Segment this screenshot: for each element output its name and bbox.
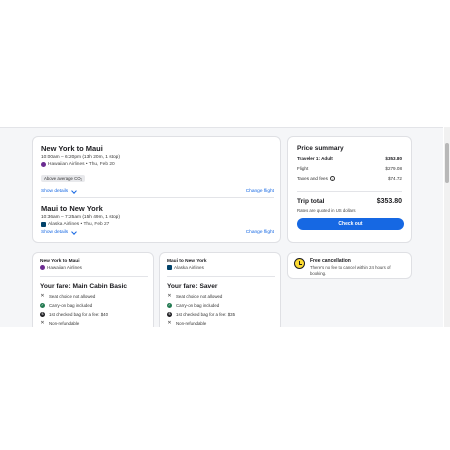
free-cancellation-card: Free cancellation There's no fee to canc… xyxy=(287,252,412,279)
trip-time: 10:00am – 6:20pm (13h 20m, 1 stop) xyxy=(41,155,120,160)
fare-feature-text: Carry-on bag included xyxy=(176,303,220,308)
chevron-down-icon xyxy=(71,228,78,235)
chevron-down-icon xyxy=(71,187,78,194)
trip-airline: Alaska Airlines • Thu, Feb 27 xyxy=(41,222,274,227)
price-summary-title: Price summary xyxy=(297,145,344,152)
free-cancellation-text: Free cancellation There's no fee to canc… xyxy=(310,258,400,276)
scrollbar-thumb[interactable] xyxy=(445,143,449,183)
page: New York to Maui 10:00am – 6:20pm (13h 2… xyxy=(0,0,450,450)
flight-row: Flight $279.08 xyxy=(297,166,402,171)
fare-details: Maui to New York Alaska Airlines Your fa… xyxy=(167,259,275,326)
fare-card-outbound: New York to Maui Hawaiian Airlines Your … xyxy=(32,252,154,327)
check-icon: ✓ xyxy=(40,303,45,308)
taxes-value: $74.72 xyxy=(387,176,402,181)
checkout-content: New York to Maui 10:00am – 6:20pm (13h 2… xyxy=(0,127,443,327)
traveler-value: $353.80 xyxy=(385,156,402,161)
trip-divider xyxy=(41,197,274,198)
show-details-link[interactable]: Show details xyxy=(41,228,78,235)
hawaiian-airlines-logo-icon xyxy=(40,265,45,270)
show-details-label: Show details xyxy=(41,189,69,194)
fare-details: New York to Maui Hawaiian Airlines Your … xyxy=(40,259,148,326)
fare-feature: ✓ Carry-on bag included xyxy=(167,303,275,308)
fare-feature: ✕ Seat choice not allowed xyxy=(167,293,275,300)
fare-airline: Hawaiian Airlines xyxy=(40,265,148,270)
x-icon: ✕ xyxy=(167,320,172,326)
fare-feature-text: 1st checked bag for a fee: $40 xyxy=(49,312,109,317)
free-cancellation-description: There's no fee to cancel within 24 hours… xyxy=(310,265,391,276)
show-details-link[interactable]: Show details xyxy=(41,187,78,194)
fare-feature: $1st checked bag for a fee: $40 xyxy=(40,312,148,317)
fare-feature: ✓ Carry-on bag included xyxy=(40,303,148,308)
taxes-label-wrap: Taxes and fees i xyxy=(297,176,335,181)
fare-card-return: Maui to New York Alaska Airlines Your fa… xyxy=(159,252,281,327)
taxes-row: Taxes and fees i $74.72 xyxy=(297,176,402,181)
taxes-label: Taxes and fees xyxy=(297,176,328,181)
trip-total-value: $353.80 xyxy=(376,198,402,205)
trip-total-row: Trip total $353.80 xyxy=(297,191,402,205)
dollar-icon: $ xyxy=(40,312,45,317)
check-icon: ✓ xyxy=(167,303,172,308)
fare-feature-text: Non-refundable xyxy=(176,321,207,326)
fare-route: New York to Maui xyxy=(40,259,80,264)
fare-feature: ✕ Non-refundable xyxy=(167,320,275,327)
rates-note: Rates are quoted in US dollars xyxy=(297,208,356,213)
fare-title: Your fare: Main Cabin Basic xyxy=(40,283,128,290)
fare-feature: $1st checked bag for a fee: $35 xyxy=(167,312,275,317)
fare-airline-text: Hawaiian Airlines xyxy=(47,265,82,270)
fare-airline-text: Alaska Airlines xyxy=(174,265,204,270)
checkout-button[interactable]: Check out xyxy=(297,218,404,230)
x-icon: ✕ xyxy=(40,320,45,326)
show-details-label: Show details xyxy=(41,230,69,235)
alaska-airlines-logo-icon xyxy=(41,222,46,227)
hawaiian-airlines-logo-icon xyxy=(41,162,46,167)
itinerary-card: New York to Maui 10:00am – 6:20pm (13h 2… xyxy=(32,136,281,243)
traveler-row: Traveler 1: Adult $353.80 xyxy=(297,156,402,161)
fare-route: Maui to New York xyxy=(167,259,207,264)
trip-total-label: Trip total xyxy=(297,198,325,205)
trip-title: Maui to New York xyxy=(41,204,103,213)
trip-airline-text: Alaska Airlines • Thu, Feb 27 xyxy=(48,222,110,227)
flight-label: Flight xyxy=(297,166,309,171)
free-cancellation-content: Free cancellation There's no fee to canc… xyxy=(294,258,400,276)
return-trip: Maui to New York 10:36am – 7:25am (15h 4… xyxy=(41,204,274,235)
fare-feature-text: Seat choice not allowed xyxy=(49,294,96,299)
fare-feature: ✕ Seat choice not allowed xyxy=(40,293,148,300)
traveler-label: Traveler 1: Adult xyxy=(297,156,333,161)
fare-divider xyxy=(40,276,148,277)
dollar-icon: $ xyxy=(167,312,172,317)
trip-title: New York to Maui xyxy=(41,144,103,153)
fare-feature-text: Non-refundable xyxy=(49,321,80,326)
change-flight-link[interactable]: Change flight xyxy=(246,230,274,235)
fare-feature-text: 1st checked bag for a fee: $35 xyxy=(176,312,236,317)
trip-airline-text: Hawaiian Airlines • Thu, Feb 20 xyxy=(48,162,115,167)
fare-feature: ✕ Non-refundable xyxy=(40,320,148,327)
flight-value: $279.08 xyxy=(385,166,402,171)
fare-divider xyxy=(167,276,275,277)
x-icon: ✕ xyxy=(40,293,45,299)
outbound-trip: New York to Maui 10:00am – 6:20pm (13h 2… xyxy=(41,144,274,194)
fare-feature-text: Seat choice not allowed xyxy=(176,294,223,299)
trip-time: 10:36am – 7:25am (15h 49m, 1 stop) xyxy=(41,215,120,220)
x-icon: ✕ xyxy=(167,293,172,299)
fare-airline: Alaska Airlines xyxy=(167,265,275,270)
free-cancellation-title: Free cancellation xyxy=(310,258,351,264)
change-flight-link[interactable]: Change flight xyxy=(246,189,274,194)
co2-badge: Above average CO₂ xyxy=(41,175,86,182)
alaska-airlines-logo-icon xyxy=(167,265,172,270)
price-summary-card: Price summary Traveler 1: Adult $353.80 … xyxy=(287,136,412,243)
info-icon[interactable]: i xyxy=(329,176,335,181)
trip-airline: Hawaiian Airlines • Thu, Feb 20 xyxy=(41,162,274,167)
clock-icon xyxy=(294,258,305,269)
fare-feature-text: Carry-on bag included xyxy=(49,303,93,308)
scrollbar[interactable] xyxy=(444,127,450,327)
fare-title: Your fare: Saver xyxy=(167,283,218,290)
